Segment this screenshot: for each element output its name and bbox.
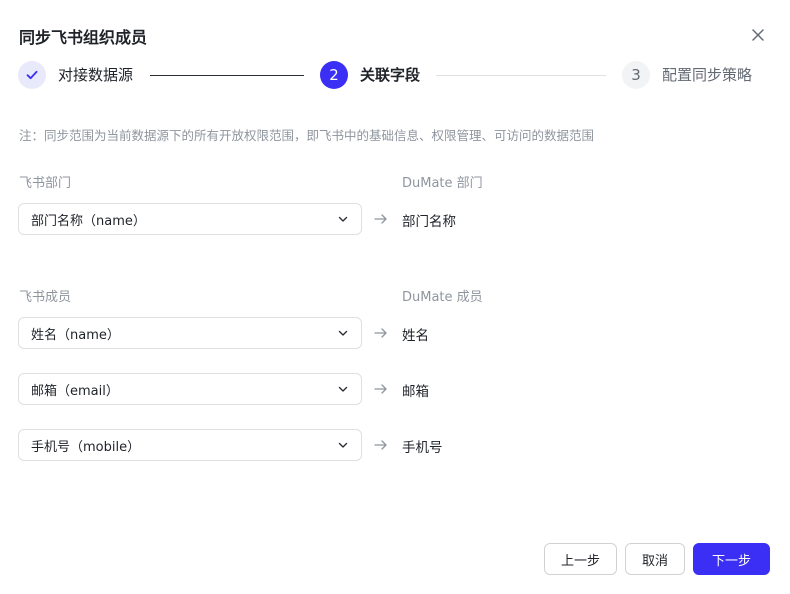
member-name-target: 姓名	[402, 328, 429, 344]
step-connector-1	[150, 75, 304, 76]
member-name-select[interactable]: 姓名（name）	[18, 317, 362, 349]
step-1-label: 对接数据源	[58, 66, 134, 84]
arrow-right-icon	[374, 384, 387, 394]
member-source-label: 飞书成员	[19, 290, 72, 305]
cancel-button[interactable]: 取消	[625, 543, 685, 575]
scope-note: 注：同步范围为当前数据源下的所有开放权限范围，即飞书中的基础信息、权限管理、可访…	[19, 128, 595, 143]
sync-dialog: 同步飞书组织成员 对接数据源 2 关联字段 3 配置同步策略 注：同步范围为当前…	[0, 0, 790, 594]
department-name-select[interactable]: 部门名称（name）	[18, 203, 362, 235]
arrow-right-icon	[374, 214, 387, 224]
prev-step-button[interactable]: 上一步	[544, 543, 617, 575]
select-value: 邮箱（email）	[31, 383, 119, 399]
department-name-target: 部门名称	[402, 214, 456, 230]
step-connector-2	[436, 75, 606, 76]
step-3-label: 配置同步策略	[662, 66, 753, 84]
department-source-label: 飞书部门	[19, 176, 72, 191]
check-icon	[26, 70, 38, 80]
department-target-label: DuMate 部门	[402, 176, 483, 191]
step-2-circle: 2	[320, 61, 348, 89]
select-value: 部门名称（name）	[31, 213, 146, 229]
step-3-circle: 3	[622, 61, 650, 89]
member-email-select[interactable]: 邮箱（email）	[18, 373, 362, 405]
chevron-down-icon	[337, 439, 349, 451]
select-value: 姓名（name）	[31, 327, 120, 343]
dialog-title: 同步飞书组织成员	[19, 28, 148, 47]
step-2-label: 关联字段	[360, 66, 421, 84]
arrow-right-icon	[374, 440, 387, 450]
step-1-circle	[18, 61, 46, 89]
chevron-down-icon	[337, 213, 349, 225]
close-button[interactable]	[748, 25, 768, 45]
next-step-button[interactable]: 下一步	[693, 543, 770, 575]
member-mobile-select[interactable]: 手机号（mobile）	[18, 429, 362, 461]
member-email-target: 邮箱	[402, 384, 429, 400]
chevron-down-icon	[337, 383, 349, 395]
arrow-right-icon	[374, 328, 387, 338]
close-icon	[752, 29, 764, 41]
select-value: 手机号（mobile）	[31, 439, 141, 455]
chevron-down-icon	[337, 327, 349, 339]
member-target-label: DuMate 成员	[402, 290, 483, 305]
member-mobile-target: 手机号	[402, 440, 443, 456]
